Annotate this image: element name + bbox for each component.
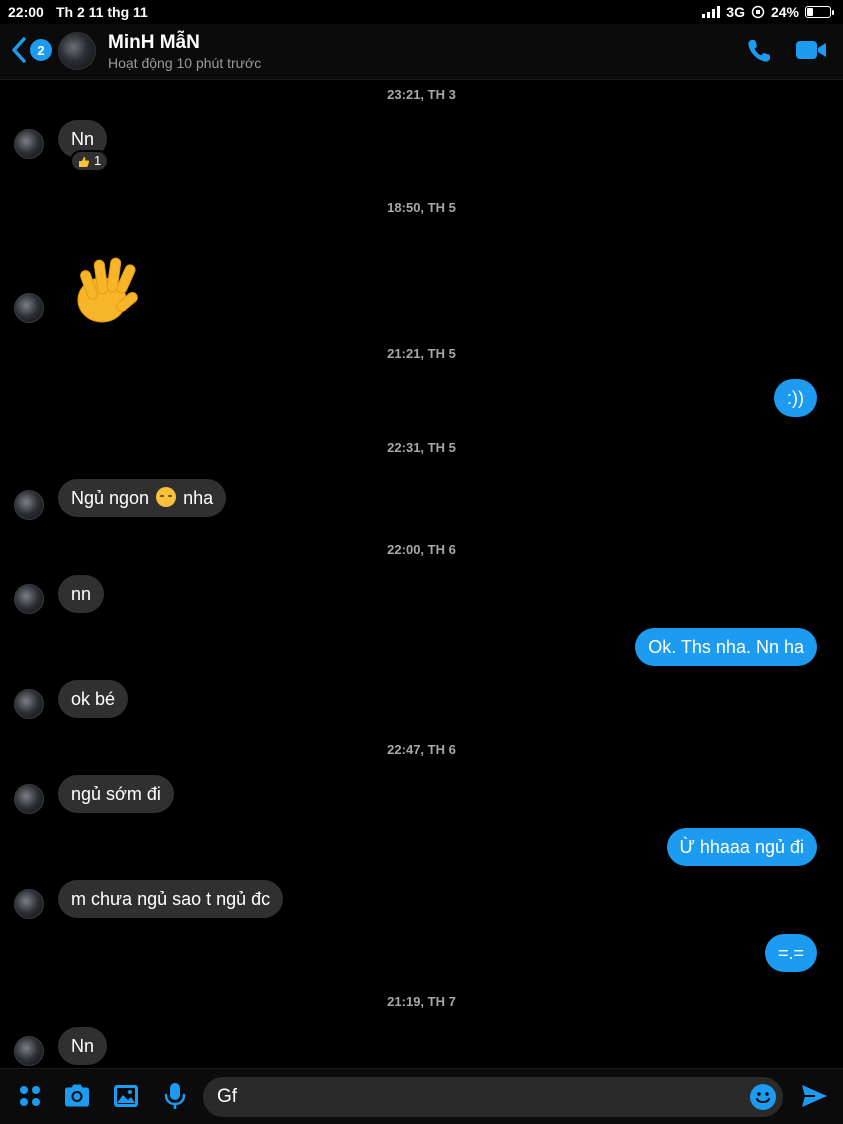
phone-call-button[interactable] (745, 37, 773, 65)
network-type: 3G (726, 4, 745, 20)
microphone-icon[interactable] (160, 1081, 190, 1111)
battery-icon (805, 6, 834, 18)
message-bubble-incoming[interactable]: ok bé (58, 680, 129, 718)
message-bubble-outgoing[interactable]: :)) (774, 379, 817, 417)
sender-avatar[interactable] (14, 1036, 44, 1066)
message-composer (0, 1068, 843, 1124)
status-date: Th 2 11 thg 11 (56, 4, 148, 20)
reaction-count: 1 (94, 153, 102, 168)
sender-avatar[interactable] (14, 689, 44, 719)
emoji-icon[interactable] (749, 1083, 777, 1111)
timestamp: 18:50, TH 5 (387, 200, 456, 215)
apps-grid-icon[interactable] (15, 1081, 45, 1111)
waving-hand-icon[interactable] (66, 248, 150, 328)
message-bubble-incoming[interactable]: Ngủ ngon nha (58, 479, 227, 517)
contact-name[interactable]: MinH MẫN (108, 32, 200, 54)
timestamp: 21:19, TH 7 (387, 994, 456, 1009)
message-input-container[interactable] (203, 1077, 783, 1117)
reaction-badge[interactable]: 1 (70, 150, 110, 172)
sleeping-face-icon (156, 487, 177, 507)
photo-gallery-icon[interactable] (111, 1081, 141, 1111)
timestamp: 22:47, TH 6 (387, 742, 456, 757)
sender-avatar[interactable] (14, 490, 44, 520)
sender-avatar[interactable] (14, 129, 44, 159)
timestamp: 21:21, TH 5 (387, 346, 456, 361)
message-bubble-incoming[interactable]: ngủ sớm đi (58, 775, 174, 813)
sender-avatar[interactable] (14, 784, 44, 814)
sender-avatar[interactable] (14, 584, 44, 614)
orientation-lock-icon (751, 5, 765, 19)
sender-avatar[interactable] (14, 889, 44, 919)
message-bubble-outgoing[interactable]: =.= (764, 934, 817, 972)
chat-header: 2 MinH MẫN Hoạt động 10 phút trước (0, 24, 843, 80)
battery-percent: 24% (770, 4, 799, 20)
message-bubble-incoming[interactable]: nn (58, 575, 105, 613)
message-input[interactable] (217, 1077, 737, 1117)
send-icon[interactable] (799, 1081, 829, 1111)
message-text: nha (183, 488, 214, 508)
unread-badge: 2 (30, 39, 52, 61)
message-bubble-incoming[interactable]: Nn (58, 1027, 108, 1065)
camera-icon[interactable] (62, 1081, 92, 1111)
contact-status: Hoạt động 10 phút trước (108, 55, 262, 71)
thumbs-up-icon (78, 155, 90, 167)
sender-avatar[interactable] (14, 293, 44, 323)
status-time: 22:00 (8, 4, 44, 20)
video-call-button[interactable] (795, 38, 827, 62)
status-right: 3G 24% (702, 4, 834, 20)
message-text: Ngủ ngon (71, 488, 150, 508)
signal-icon (702, 6, 721, 18)
message-bubble-outgoing[interactable]: Ừ hhaaa ngủ đi (666, 828, 817, 866)
timestamp: 22:00, TH 6 (387, 542, 456, 557)
timestamp: 23:21, TH 3 (387, 87, 456, 102)
timestamp: 22:31, TH 5 (387, 440, 456, 455)
contact-avatar[interactable] (58, 32, 96, 70)
message-bubble-outgoing[interactable]: Ok. Ths nha. Nn ha (635, 628, 817, 666)
back-button[interactable]: 2 (10, 36, 52, 64)
message-bubble-incoming[interactable]: m chưa ngủ sao t ngủ đc (58, 880, 284, 918)
status-bar: 22:00 Th 2 11 thg 11 3G 24% (0, 0, 843, 24)
chevron-left-icon (12, 37, 26, 63)
